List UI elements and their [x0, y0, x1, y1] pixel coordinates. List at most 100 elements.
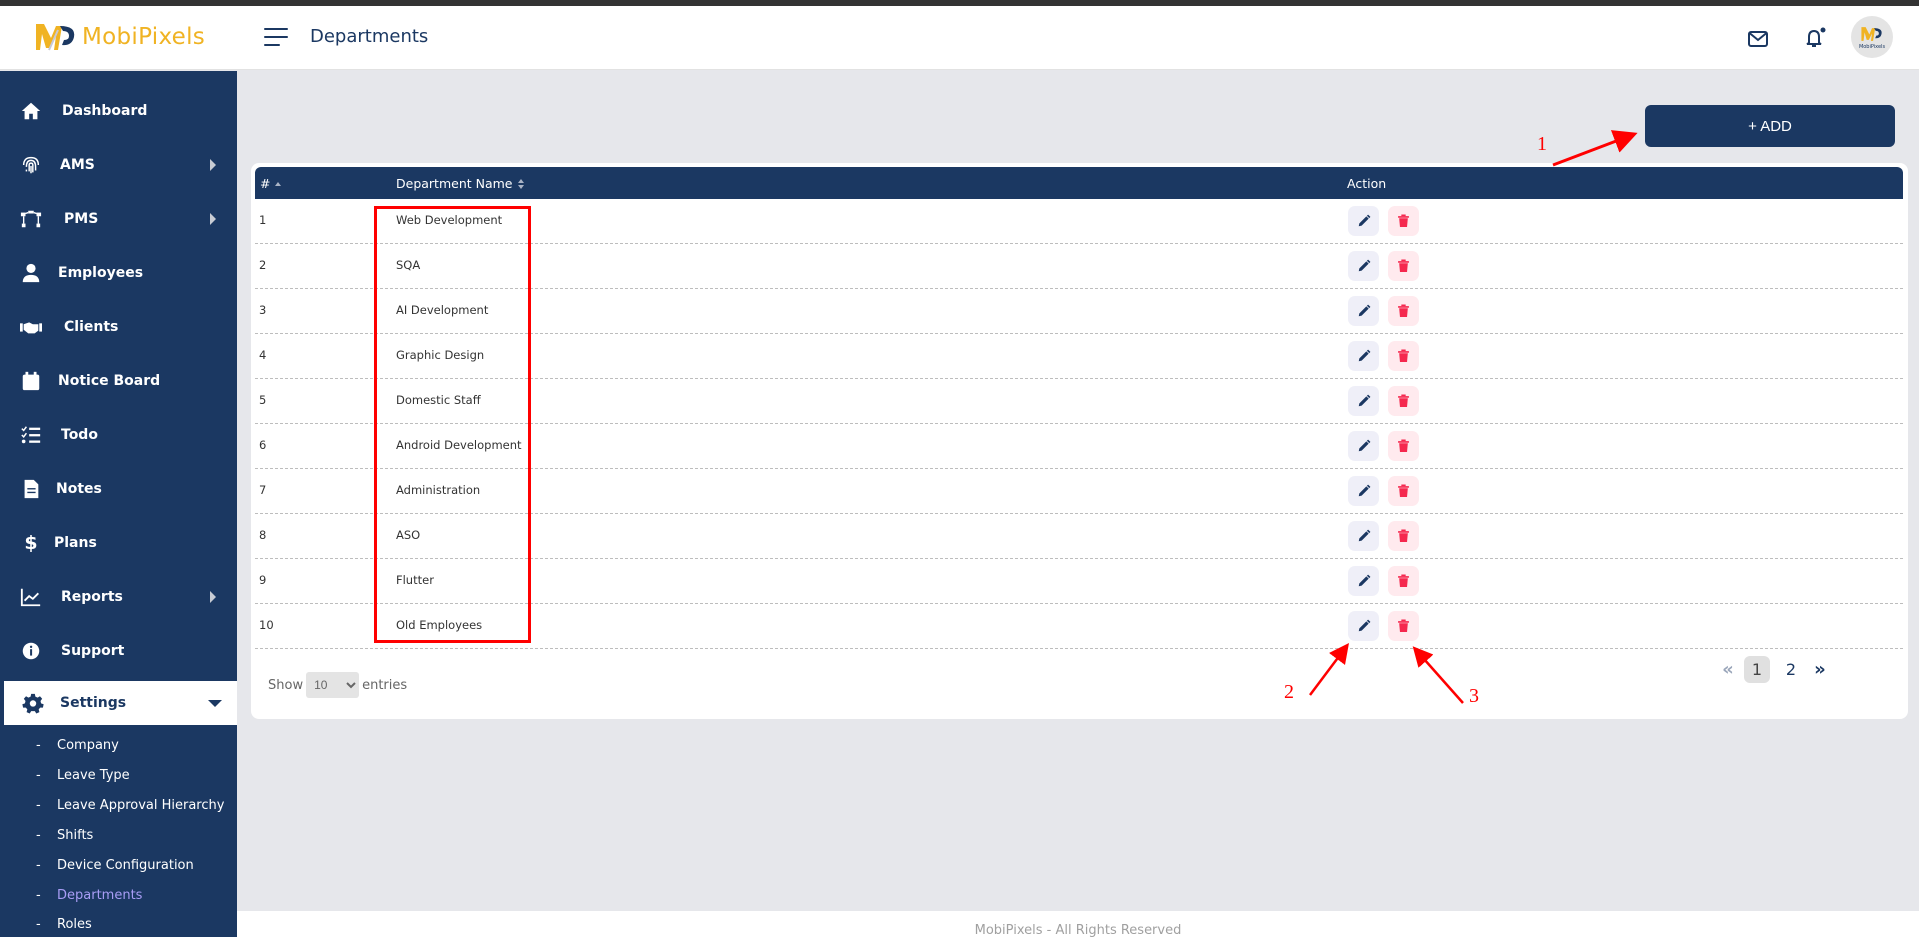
pencil-icon	[1357, 529, 1371, 543]
table-row: 2 SQA	[255, 244, 1903, 289]
length-menu: Show 10 entries	[268, 672, 407, 698]
submenu-item-roles[interactable]: - Roles	[0, 910, 237, 937]
departments-table-card: # Department Name Action 1 Web Developmen…	[251, 163, 1908, 719]
submenu-item-leave-approval-hierarchy[interactable]: - Leave Approval Hierarchy	[0, 791, 237, 819]
edit-button[interactable]	[1348, 206, 1379, 236]
edit-button[interactable]	[1348, 566, 1379, 596]
row-number: 2	[259, 258, 267, 272]
sidebar-item-pms[interactable]: PMS	[0, 197, 237, 241]
delete-button[interactable]	[1388, 206, 1419, 236]
department-name: ASO	[396, 528, 421, 542]
trash-icon	[1397, 574, 1410, 588]
page-2-button[interactable]: 2	[1778, 656, 1804, 683]
sidebar-item-ams[interactable]: AMS	[0, 143, 237, 187]
edit-button[interactable]	[1348, 341, 1379, 371]
row-number: 10	[259, 618, 274, 632]
fingerprint-icon	[22, 156, 40, 174]
delete-button[interactable]	[1388, 251, 1419, 281]
row-number: 3	[259, 303, 267, 317]
add-department-button[interactable]: + ADD	[1645, 105, 1895, 147]
document-icon	[24, 479, 39, 499]
pencil-icon	[1357, 439, 1371, 453]
sidebar-item-notes[interactable]: Notes	[0, 467, 237, 511]
edit-button[interactable]	[1348, 296, 1379, 326]
sidebar-item-dashboard[interactable]: Dashboard	[0, 89, 237, 133]
gear-icon	[22, 693, 44, 714]
menu-icon[interactable]	[264, 28, 288, 48]
edit-button[interactable]	[1348, 521, 1379, 551]
delete-button[interactable]	[1388, 296, 1419, 326]
page-1-button[interactable]: 1	[1744, 656, 1770, 683]
row-number: 4	[259, 348, 267, 362]
submenu-item-device-configuration[interactable]: - Device Configuration	[0, 851, 237, 879]
chevron-right-icon	[210, 213, 216, 225]
edit-button[interactable]	[1348, 251, 1379, 281]
next-page-icon[interactable]: »	[1808, 659, 1832, 680]
column-header-action: Action	[1347, 176, 1387, 191]
delete-button[interactable]	[1388, 521, 1419, 551]
brand-name: MobiPixels	[82, 24, 206, 50]
sort-ascending-icon	[275, 181, 282, 186]
submenu-item-leave-type[interactable]: - Leave Type	[0, 761, 237, 789]
table-row: 5 Domestic Staff	[255, 379, 1903, 424]
trash-icon	[1397, 349, 1410, 363]
department-name: SQA	[396, 258, 421, 272]
chevron-right-icon	[210, 159, 216, 171]
avatar[interactable]: MobiPixels	[1851, 16, 1893, 58]
delete-button[interactable]	[1388, 386, 1419, 416]
delete-button[interactable]	[1388, 341, 1419, 371]
sidebar-item-support[interactable]: Support	[0, 629, 237, 673]
sidebar-item-plans[interactable]: $ Plans	[0, 521, 237, 565]
delete-button[interactable]	[1388, 431, 1419, 461]
submenu-item-departments[interactable]: - Departments	[0, 881, 237, 909]
department-name: Old Employees	[396, 618, 483, 632]
column-header-number[interactable]: #	[260, 176, 282, 191]
table-row: 6 Android Development	[255, 424, 1903, 469]
department-name: Web Development	[396, 213, 503, 227]
mp-logo-icon	[36, 24, 75, 51]
trash-icon	[1397, 619, 1410, 633]
sidebar-item-employees[interactable]: Employees	[0, 251, 237, 295]
avatar-label: MobiPixels	[1858, 43, 1886, 50]
row-number: 9	[259, 573, 267, 587]
delete-button[interactable]	[1388, 476, 1419, 506]
home-icon	[21, 102, 41, 120]
delete-button[interactable]	[1388, 566, 1419, 596]
row-number: 7	[259, 483, 267, 497]
edit-button[interactable]	[1348, 431, 1379, 461]
pencil-icon	[1357, 394, 1371, 408]
edit-button[interactable]	[1348, 476, 1379, 506]
edit-button[interactable]	[1348, 386, 1379, 416]
sidebar: Dashboard AMS PMS Employees Clients Noti…	[0, 71, 237, 937]
row-number: 8	[259, 528, 267, 542]
page-title: Departments	[310, 26, 429, 47]
sidebar-item-todo[interactable]: Todo	[0, 413, 237, 457]
row-number: 6	[259, 438, 267, 452]
mail-icon[interactable]	[1746, 27, 1770, 51]
bell-icon[interactable]	[1803, 26, 1827, 50]
sidebar-item-clients[interactable]: Clients	[0, 305, 237, 349]
entries-per-page-select[interactable]: 10	[306, 672, 360, 698]
row-number: 5	[259, 393, 267, 407]
avatar-logo-icon	[1861, 26, 1882, 41]
chevron-right-icon	[210, 591, 216, 603]
sort-icon	[517, 178, 524, 190]
sidebar-item-settings[interactable]: Settings	[0, 681, 237, 725]
column-header-department-name[interactable]: Department Name	[396, 176, 524, 191]
delete-button[interactable]	[1388, 611, 1419, 641]
sidebar-item-notice-board[interactable]: Notice Board	[0, 359, 237, 403]
sidebar-item-reports[interactable]: Reports	[0, 575, 237, 619]
pencil-icon	[1357, 619, 1371, 633]
department-name: Graphic Design	[396, 348, 485, 362]
brand-logo[interactable]: MobiPixels	[34, 20, 205, 54]
trash-icon	[1397, 259, 1410, 273]
table-row: 1 Web Development	[255, 199, 1903, 244]
table-header: # Department Name Action	[255, 167, 1903, 199]
pencil-icon	[1357, 349, 1371, 363]
submenu-item-company[interactable]: - Company	[0, 731, 237, 759]
edit-button[interactable]	[1348, 611, 1379, 641]
submenu-item-shifts[interactable]: - Shifts	[0, 821, 237, 849]
dollar-icon: $	[24, 532, 38, 554]
previous-page-icon[interactable]: «	[1716, 659, 1740, 680]
checklist-icon	[21, 426, 41, 444]
